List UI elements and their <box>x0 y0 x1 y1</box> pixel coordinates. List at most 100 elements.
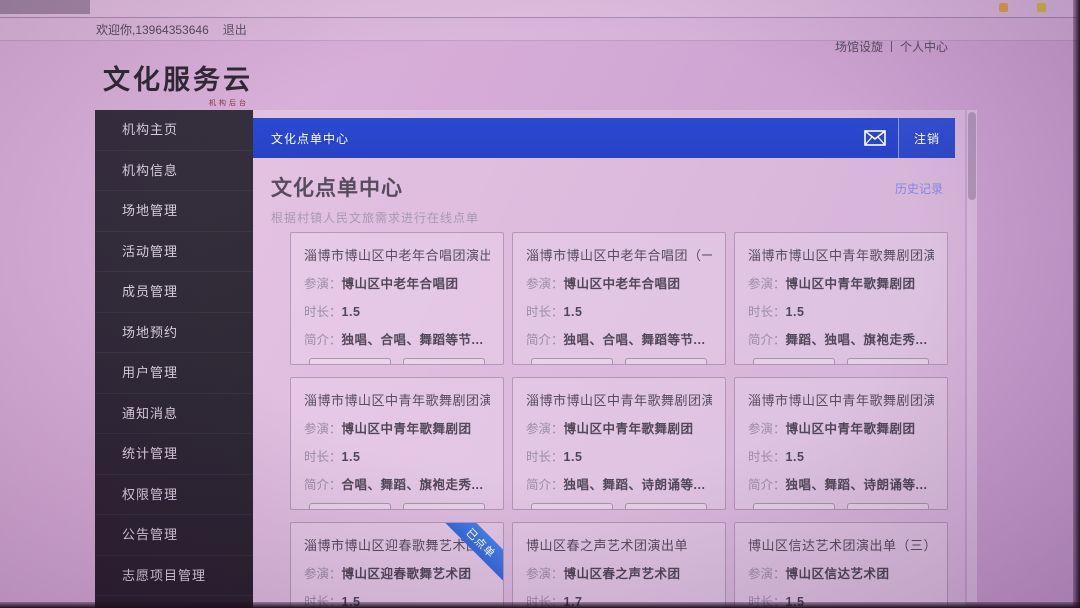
duration-label: 时长： <box>748 305 786 319</box>
card-title: 淄博市博山区中青年歌舞剧团演出... <box>526 390 712 409</box>
card-title: 淄博市博山区中青年歌舞剧团演出... <box>304 390 490 409</box>
duration-value: 1.5 <box>564 450 583 464</box>
scrollbar-thumb[interactable] <box>968 112 976 200</box>
mail-button[interactable] <box>852 118 898 158</box>
duration-value: 1.5 <box>342 305 361 319</box>
order-button[interactable]: 我要点单 <box>403 358 485 365</box>
view-details-button[interactable]: 查看详情 <box>309 358 391 365</box>
performer-label: 参演： <box>304 422 342 436</box>
vertical-scrollbar[interactable] <box>967 110 977 602</box>
history-link[interactable]: 历史记录 <box>895 180 943 197</box>
duration-label: 时长： <box>304 305 342 319</box>
intro-label: 简介： <box>748 478 786 492</box>
card-buttons: 查看详情 我要点单 <box>526 358 712 365</box>
sidebar-menu: 机构主页 机构信息 场地管理 活动管理 成员管理 场地预约 用户管理 通知消息 … <box>95 110 253 608</box>
intro-label: 简介： <box>526 333 564 347</box>
performer-value: 博山区迎春歌舞艺术团 <box>342 567 472 581</box>
performance-card: 淄博市博山区中老年合唱团（一） 参演：博山区中老年合唱团 时长：1.5 简介：独… <box>512 232 726 365</box>
sidebar-item-6[interactable]: 用户管理 <box>95 353 253 394</box>
duration-value: 1.5 <box>786 450 805 464</box>
personal-center-link[interactable]: 个人中心 <box>900 38 948 55</box>
view-details-button[interactable]: 查看详情 <box>753 503 835 510</box>
view-details-button[interactable]: 查看详情 <box>531 503 613 510</box>
top-logout-link[interactable]: 退出 <box>223 21 247 38</box>
card-performer-row: 参演：博山区中青年歌舞剧团 <box>748 418 934 437</box>
performer-value: 博山区信达艺术团 <box>786 567 890 581</box>
intro-value: 舞蹈、独唱、旗袍走秀... <box>786 333 928 347</box>
sidebar-item-3[interactable]: 活动管理 <box>95 232 253 273</box>
sidebar-item-0[interactable]: 机构主页 <box>95 110 253 151</box>
performer-label: 参演： <box>526 567 564 581</box>
duration-value: 1.5 <box>564 305 583 319</box>
sidebar-item-11[interactable]: 志愿项目管理 <box>95 556 253 597</box>
view-details-button[interactable]: 查看详情 <box>309 503 391 510</box>
intro-label: 简介： <box>304 478 342 492</box>
performer-value: 博山区中老年合唱团 <box>564 277 681 291</box>
performer-value: 博山区中青年歌舞剧团 <box>786 277 916 291</box>
performance-card: 已点单 淄博市博山区迎春歌舞艺术团演出单 参演：博山区迎春歌舞艺术团 时长：1.… <box>290 522 504 608</box>
card-performer-row: 参演：博山区中青年歌舞剧团 <box>304 418 490 437</box>
card-performer-row: 参演：博山区迎春歌舞艺术团 <box>304 563 490 582</box>
order-button[interactable]: 我要点单 <box>847 503 929 510</box>
page-title: 文化点单中心 <box>271 172 945 202</box>
card-performer-row: 参演：博山区中老年合唱团 <box>304 273 490 292</box>
performance-card: 淄博市博山区中青年歌舞剧团演出... 参演：博山区中青年歌舞剧团 时长：1.5 … <box>734 232 948 365</box>
sidebar-item-label: 活动管理 <box>122 244 178 259</box>
sidebar-item-4[interactable]: 成员管理 <box>95 272 253 313</box>
performer-label: 参演： <box>526 422 564 436</box>
performer-label: 参演： <box>748 277 786 291</box>
sidebar-item-5[interactable]: 场地预约 <box>95 313 253 354</box>
sidebar-item-9[interactable]: 权限管理 <box>95 475 253 516</box>
main-panel: 文化点单中心 注销 文化点单中心 根据村镇人民文旅需求进行在线点单 历史记录 淄… <box>253 110 965 608</box>
performance-card: 淄博市博山区中青年歌舞剧团演出... 参演：博山区中青年歌舞剧团 时长：1.5 … <box>734 377 948 510</box>
sidebar-item-10[interactable]: 公告管理 <box>95 515 253 556</box>
intro-value: 独唱、舞蹈、诗朗诵等... <box>564 478 706 492</box>
sidebar-item-label: 场地管理 <box>122 203 178 218</box>
logo-text: 文化服务云 <box>103 58 253 97</box>
page-subtitle: 根据村镇人民文旅需求进行在线点单 <box>271 209 945 226</box>
card-duration-row: 时长：1.5 <box>304 301 490 320</box>
sidebar-item-1[interactable]: 机构信息 <box>95 151 253 192</box>
card-title: 博山区信达艺术团演出单（三） <box>748 535 934 554</box>
sidebar-item-2[interactable]: 场地管理 <box>95 191 253 232</box>
card-buttons: 查看详情 我要点单 <box>304 503 490 510</box>
card-buttons: 查看详情 我要点单 <box>526 503 712 510</box>
welcome-text: 欢迎你,13964353646 <box>96 21 209 38</box>
performance-card: 淄博市博山区中青年歌舞剧团演出... 参演：博山区中青年歌舞剧团 时长：1.5 … <box>512 377 726 510</box>
card-duration-row: 时长：1.5 <box>748 301 934 320</box>
screen-bezel <box>0 602 1080 608</box>
card-title: 淄博市博山区中青年歌舞剧团演出... <box>748 390 934 409</box>
card-buttons: 查看详情 我要点单 <box>304 358 490 365</box>
venue-facilities-link[interactable]: 场馆设旋 <box>835 38 883 55</box>
duration-label: 时长： <box>526 305 564 319</box>
order-button[interactable]: 我要点单 <box>625 358 707 365</box>
topbar-title: 文化点单中心 <box>253 130 852 147</box>
card-duration-row: 时长：1.5 <box>304 446 490 465</box>
card-intro-row: 简介：独唱、合唱、舞蹈等节... <box>304 329 490 348</box>
logout-button[interactable]: 注销 <box>899 118 955 158</box>
sidebar-item-7[interactable]: 通知消息 <box>95 394 253 435</box>
sidebar-item-label: 场地预约 <box>122 325 178 340</box>
page-head: 文化点单中心 根据村镇人民文旅需求进行在线点单 <box>271 172 945 226</box>
card-intro-row: 简介：独唱、合唱、舞蹈等节... <box>526 329 712 348</box>
card-title: 淄博市博山区中老年合唱团（一） <box>526 245 712 264</box>
brand-logo: 文化服务云 机构后台 <box>103 58 253 108</box>
logo-subtext: 机构后台 <box>103 98 249 108</box>
screen-bezel <box>1073 0 1080 608</box>
sidebar-item-8[interactable]: 统计管理 <box>95 434 253 475</box>
card-intro-row: 简介：舞蹈、独唱、旗袍走秀... <box>748 329 934 348</box>
card-intro-row: 简介：独唱、舞蹈、诗朗诵等... <box>748 474 934 493</box>
duration-label: 时长： <box>304 450 342 464</box>
card-duration-row: 时长：1.5 <box>748 446 934 465</box>
view-details-button[interactable]: 查看详情 <box>531 358 613 365</box>
performer-label: 参演： <box>748 422 786 436</box>
order-button[interactable]: 我要点单 <box>847 358 929 365</box>
order-button[interactable]: 我要点单 <box>625 503 707 510</box>
sidebar-item-label: 用户管理 <box>122 365 178 380</box>
view-details-button[interactable]: 查看详情 <box>753 358 835 365</box>
browser-chrome-icon <box>999 3 1008 12</box>
card-intro-row: 简介：独唱、舞蹈、诗朗诵等... <box>526 474 712 493</box>
duration-label: 时长： <box>748 450 786 464</box>
header-links: 场馆设旋 个人中心 <box>835 38 948 55</box>
order-button[interactable]: 我要点单 <box>403 503 485 510</box>
